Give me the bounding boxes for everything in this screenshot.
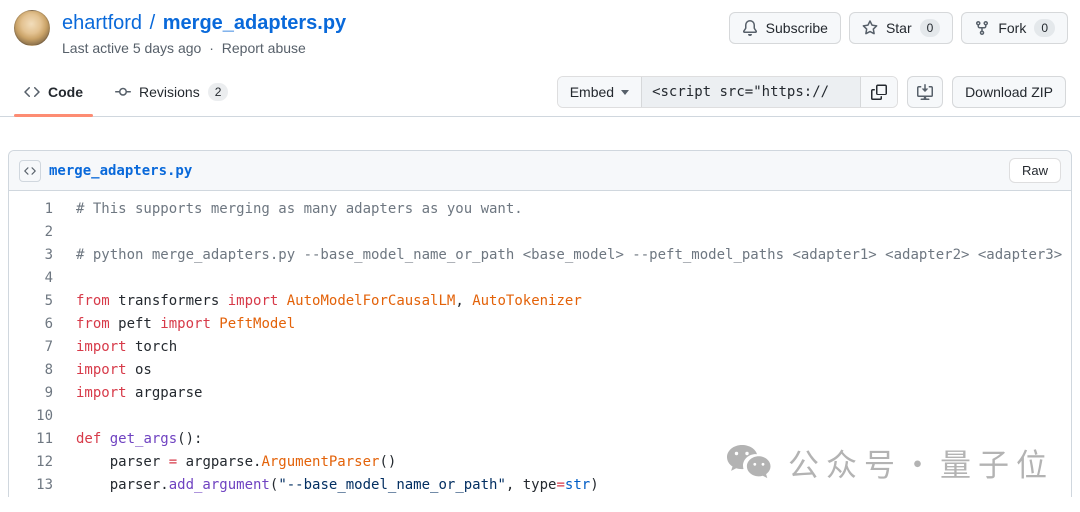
line-number: 4 <box>9 267 53 290</box>
embed-dropdown[interactable]: Embed <box>558 77 642 107</box>
code-line: 6from peft import PeftModel <box>9 313 1071 336</box>
code-text: import os <box>53 359 152 382</box>
fork-button[interactable]: Fork 0 <box>961 12 1068 44</box>
tabs: Code Revisions 2 <box>14 68 250 116</box>
code-text: parser.add_argument("--base_model_name_o… <box>53 474 599 497</box>
star-count: 0 <box>920 19 941 37</box>
code-line: 4 <box>9 267 1071 290</box>
chevron-down-icon <box>621 90 629 95</box>
line-number: 7 <box>9 336 53 359</box>
tab-revisions-label: Revisions <box>139 84 200 100</box>
code-line: 8import os <box>9 359 1071 382</box>
code-text <box>53 267 76 290</box>
line-number: 9 <box>9 382 53 405</box>
download-zip-label: Download ZIP <box>965 84 1053 100</box>
code-text: import argparse <box>53 382 202 405</box>
code-text: parser = argparse.ArgumentParser() <box>53 451 396 474</box>
code-text: from transformers import AutoModelForCau… <box>53 290 582 313</box>
code-line: 5from transformers import AutoModelForCa… <box>9 290 1071 313</box>
code-line: 9import argparse <box>9 382 1071 405</box>
bell-icon <box>742 20 758 36</box>
file-title: merge_adapters.py <box>19 160 192 182</box>
copy-icon <box>871 84 887 100</box>
download-zip-button[interactable]: Download ZIP <box>952 76 1066 108</box>
code-text: import torch <box>53 336 177 359</box>
star-button[interactable]: Star 0 <box>849 12 953 44</box>
code-line: 13 parser.add_argument("--base_model_nam… <box>9 474 1071 497</box>
code-area: 1# This supports merging as many adapter… <box>9 191 1071 497</box>
owner-link[interactable]: ehartford <box>62 12 142 34</box>
avatar[interactable] <box>14 10 50 46</box>
raw-button[interactable]: Raw <box>1009 158 1061 183</box>
code-line: 1# This supports merging as many adapter… <box>9 198 1071 221</box>
file-name-link[interactable]: merge_adapters.py <box>49 163 192 179</box>
gist-header: ehartford / merge_adapters.py Last activ… <box>0 0 1080 56</box>
subscribe-label: Subscribe <box>766 20 828 36</box>
page-title: ehartford / merge_adapters.py <box>62 10 346 36</box>
gist-name-link[interactable]: merge_adapters.py <box>163 12 346 34</box>
star-label: Star <box>886 20 912 36</box>
desktop-download-button[interactable] <box>907 76 943 108</box>
tab-revisions[interactable]: Revisions 2 <box>105 68 238 116</box>
embed-group: Embed <box>557 76 898 108</box>
meta-dot: · <box>205 40 218 56</box>
code-lines: 1# This supports merging as many adapter… <box>9 198 1071 497</box>
fork-label: Fork <box>998 20 1026 36</box>
embed-url-input[interactable] <box>642 77 860 107</box>
code-line: 11def get_args(): <box>9 428 1071 451</box>
code-line: 3# python merge_adapters.py --base_model… <box>9 244 1071 267</box>
revisions-count: 2 <box>208 83 229 101</box>
gist-title-block: ehartford / merge_adapters.py Last activ… <box>14 10 346 56</box>
desktop-download-icon <box>917 84 933 100</box>
copy-button[interactable] <box>860 77 897 107</box>
report-abuse-link[interactable]: Report abuse <box>222 40 306 56</box>
embed-dropdown-label: Embed <box>570 84 614 100</box>
fork-count: 0 <box>1034 19 1055 37</box>
line-number: 3 <box>9 244 53 267</box>
code-line: 12 parser = argparse.ArgumentParser() <box>9 451 1071 474</box>
code-text <box>53 405 76 428</box>
commit-icon <box>115 84 131 100</box>
title-separator: / <box>148 12 158 34</box>
line-number: 8 <box>9 359 53 382</box>
code-text: # python merge_adapters.py --base_model_… <box>53 244 1071 267</box>
file-card: merge_adapters.py Raw 1# This supports m… <box>8 150 1072 497</box>
star-icon <box>862 20 878 36</box>
line-number: 13 <box>9 474 53 497</box>
gist-meta: Last active 5 days ago · Report abuse <box>62 40 346 56</box>
line-number: 11 <box>9 428 53 451</box>
code-icon <box>24 84 40 100</box>
gist-toolbar: Embed Download ZIP <box>557 76 1066 108</box>
code-line: 2 <box>9 221 1071 244</box>
line-number: 1 <box>9 198 53 221</box>
header-actions: Subscribe Star 0 Fork 0 <box>729 10 1068 44</box>
last-active-text: Last active 5 days ago <box>62 40 201 56</box>
tab-bar: Code Revisions 2 Embed <box>0 68 1080 117</box>
file-header: merge_adapters.py Raw <box>9 151 1071 191</box>
fork-icon <box>974 20 990 36</box>
code-text: from peft import PeftModel <box>53 313 295 336</box>
tab-code[interactable]: Code <box>14 68 93 116</box>
line-number: 5 <box>9 290 53 313</box>
code-text: def get_args(): <box>53 428 202 451</box>
title-and-meta: ehartford / merge_adapters.py Last activ… <box>62 10 346 56</box>
line-number: 2 <box>9 221 53 244</box>
file-code-icon <box>19 160 41 182</box>
line-number: 12 <box>9 451 53 474</box>
code-text <box>53 221 76 244</box>
code-line: 7import torch <box>9 336 1071 359</box>
line-number: 10 <box>9 405 53 428</box>
subscribe-button[interactable]: Subscribe <box>729 12 841 44</box>
code-line: 10 <box>9 405 1071 428</box>
line-number: 6 <box>9 313 53 336</box>
tab-code-label: Code <box>48 84 83 100</box>
code-text: # This supports merging as many adapters… <box>53 198 523 221</box>
